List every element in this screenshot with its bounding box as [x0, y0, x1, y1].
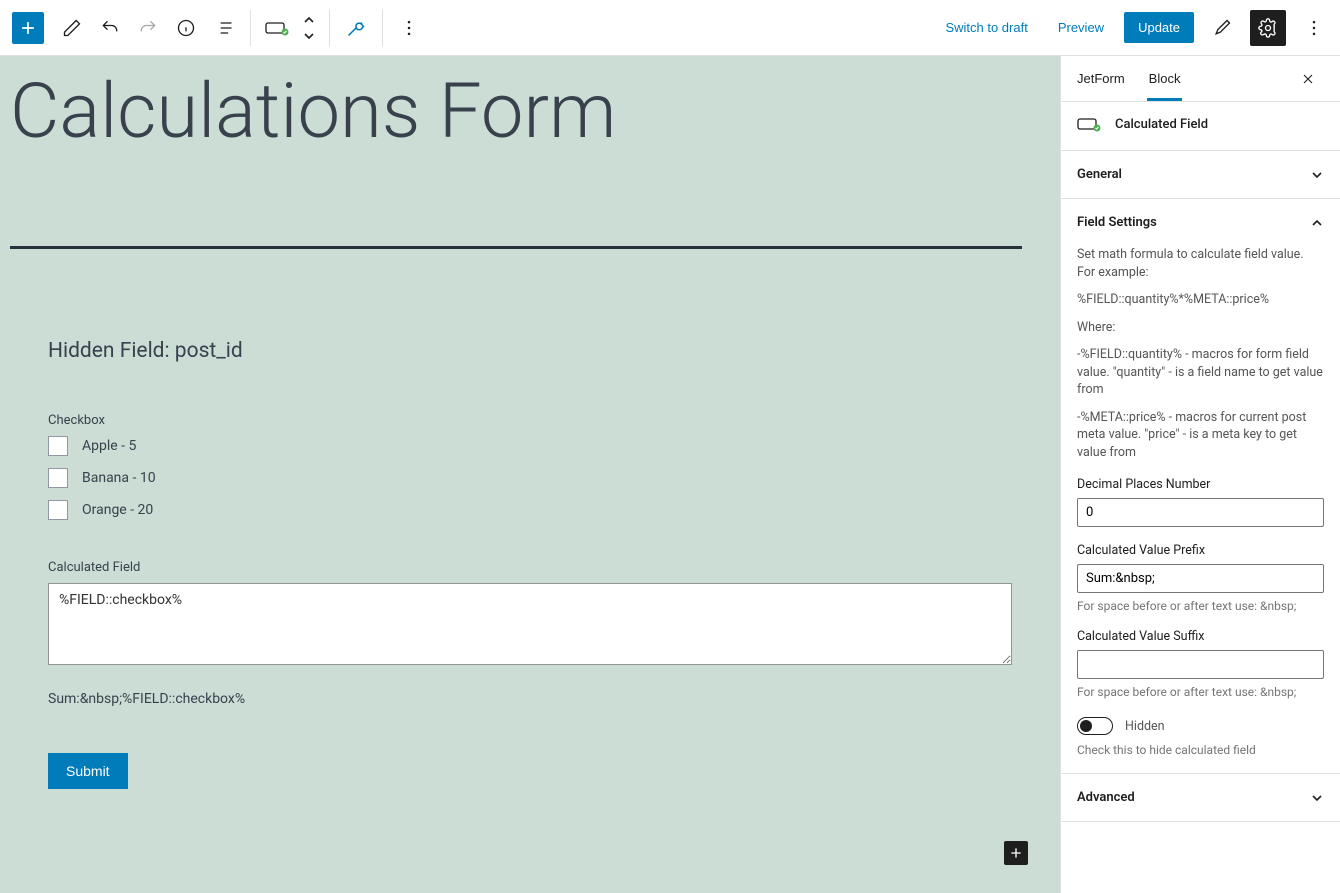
hidden-field-block[interactable]: Hidden Field: post_id: [48, 339, 1012, 363]
checkbox-input[interactable]: [48, 468, 68, 488]
wrench-icon: [346, 18, 366, 38]
checkbox-label: Apple - 5: [82, 438, 136, 454]
tools-button[interactable]: [338, 10, 374, 46]
block-type-name: Calculated Field: [1115, 117, 1208, 132]
checkbox-option[interactable]: Apple - 5: [48, 436, 1012, 456]
suffix-help: For space before or after text use: &nbs…: [1077, 685, 1324, 699]
checkbox-label: Banana - 10: [82, 470, 156, 486]
edit-mode-button[interactable]: [54, 10, 90, 46]
list-icon: [214, 18, 234, 38]
field-icon: [265, 18, 289, 38]
suffix-label: Calculated Value Suffix: [1077, 629, 1324, 644]
calculated-field-icon: [1077, 112, 1101, 136]
panel-field-settings-label: Field Settings: [1077, 215, 1157, 230]
undo-button[interactable]: [92, 10, 128, 46]
checkbox-label: Orange - 20: [82, 502, 153, 518]
plus-icon: [18, 18, 38, 38]
hidden-help: Check this to hide calculated field: [1077, 743, 1324, 757]
calculated-preview: Sum:&nbsp;%FIELD::checkbox%: [48, 691, 1012, 707]
tab-block[interactable]: Block: [1137, 57, 1193, 100]
help-text: -%META::price% - macros for current post…: [1077, 409, 1324, 462]
add-block-button[interactable]: [12, 12, 44, 44]
divider: [10, 246, 1022, 249]
add-block-inline-button[interactable]: [1004, 841, 1028, 865]
undo-icon: [100, 18, 120, 38]
page-title[interactable]: Calculations Form: [0, 56, 1060, 196]
brush-icon: [1212, 18, 1232, 38]
checkbox-group-label: Checkbox: [48, 413, 1012, 428]
outline-button[interactable]: [206, 10, 242, 46]
tab-jetform[interactable]: JetForm: [1065, 57, 1137, 100]
checkbox-option[interactable]: Orange - 20: [48, 500, 1012, 520]
checkbox-option[interactable]: Banana - 10: [48, 468, 1012, 488]
help-text: -%FIELD::quantity% - macros for form fie…: [1077, 346, 1324, 399]
decimal-places-input[interactable]: [1077, 498, 1324, 527]
gear-icon: [1258, 18, 1278, 38]
block-more-button[interactable]: [391, 10, 427, 46]
close-icon: [1300, 71, 1316, 87]
redo-button[interactable]: [130, 10, 166, 46]
editor-more-button[interactable]: [1296, 10, 1332, 46]
info-button[interactable]: [168, 10, 204, 46]
help-text: Set math formula to calculate field valu…: [1077, 246, 1324, 281]
editor-toolbar: Switch to draft Preview Update: [0, 0, 1340, 56]
chevron-down-icon: [1310, 791, 1324, 805]
plus-icon: [1008, 845, 1024, 861]
jet-block-button[interactable]: [259, 10, 295, 46]
editor-canvas[interactable]: Calculations Form Hidden Field: post_id …: [0, 56, 1060, 893]
panel-general-toggle[interactable]: General: [1061, 151, 1340, 198]
chevron-down-icon: [302, 31, 316, 41]
close-sidebar-button[interactable]: [1300, 61, 1336, 97]
panel-advanced-toggle[interactable]: Advanced: [1061, 774, 1340, 821]
redo-icon: [138, 18, 158, 38]
checkbox-input[interactable]: [48, 436, 68, 456]
prefix-label: Calculated Value Prefix: [1077, 543, 1324, 558]
panel-general-label: General: [1077, 167, 1122, 182]
jet-styles-button[interactable]: [1204, 10, 1240, 46]
checkbox-input[interactable]: [48, 500, 68, 520]
decimal-places-label: Decimal Places Number: [1077, 477, 1324, 492]
more-vertical-icon: [399, 18, 419, 38]
prefix-input[interactable]: [1077, 564, 1324, 593]
help-text: %FIELD::quantity%*%META::price%: [1077, 291, 1324, 309]
settings-sidebar: JetForm Block Calculated Field General: [1060, 56, 1340, 893]
hidden-toggle[interactable]: [1077, 717, 1113, 735]
help-text: Where:: [1077, 319, 1324, 337]
suffix-input[interactable]: [1077, 650, 1324, 679]
update-button[interactable]: Update: [1124, 12, 1194, 43]
block-type-header: Calculated Field: [1061, 102, 1340, 151]
pencil-icon: [62, 18, 82, 38]
chevron-up-icon: [1310, 216, 1324, 230]
panel-field-settings-toggle[interactable]: Field Settings: [1061, 199, 1340, 246]
hidden-toggle-label: Hidden: [1125, 719, 1165, 734]
chevron-up-icon: [302, 15, 316, 25]
prefix-help: For space before or after text use: &nbs…: [1077, 599, 1324, 613]
panel-advanced-label: Advanced: [1077, 790, 1135, 805]
preview-button[interactable]: Preview: [1048, 14, 1114, 41]
chevron-down-icon: [1310, 168, 1324, 182]
switch-to-draft-button[interactable]: Switch to draft: [935, 14, 1037, 41]
calculated-formula-textarea[interactable]: [48, 583, 1012, 665]
info-icon: [176, 18, 196, 38]
submit-button[interactable]: Submit: [48, 753, 128, 789]
settings-button[interactable]: [1250, 10, 1286, 46]
move-down-button[interactable]: [297, 28, 321, 44]
move-up-button[interactable]: [297, 12, 321, 28]
calculated-field-label: Calculated Field: [48, 560, 1012, 575]
more-vertical-icon: [1304, 18, 1324, 38]
